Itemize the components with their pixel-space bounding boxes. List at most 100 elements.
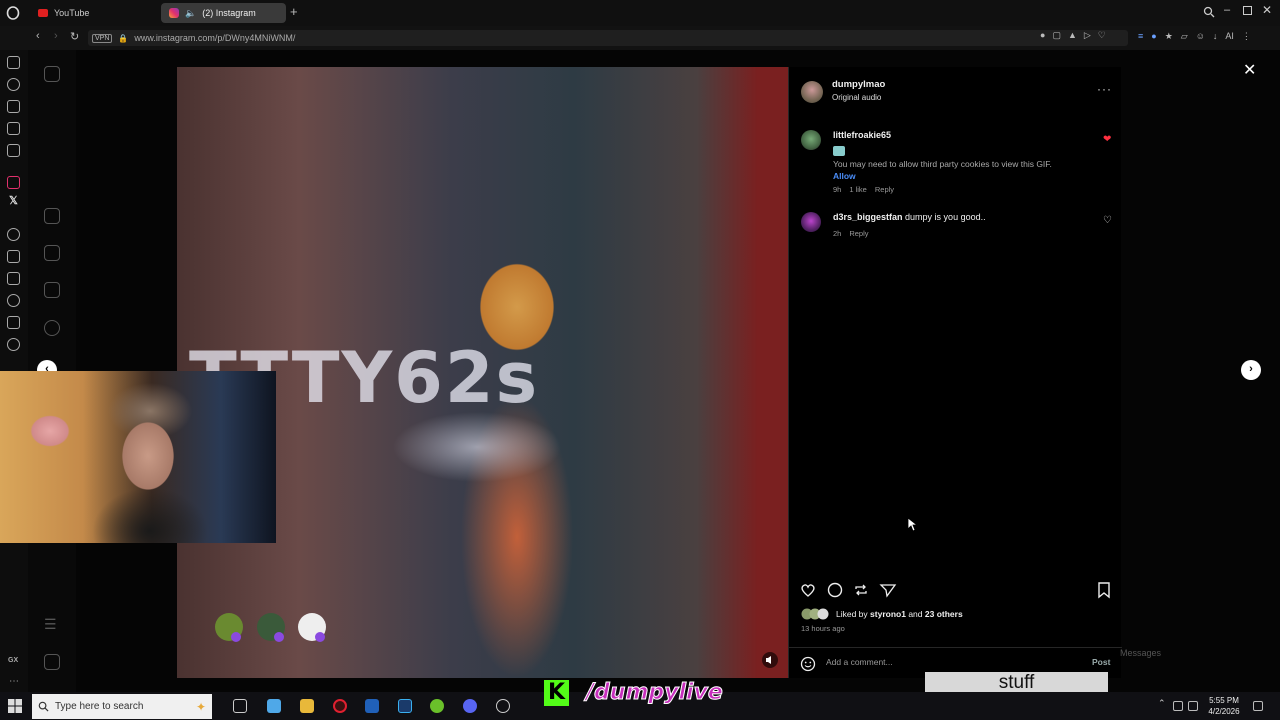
comment-likes[interactable]: 1 like (849, 185, 867, 194)
comment-username[interactable]: d3rs_biggestfan (833, 212, 903, 222)
url-field[interactable]: VPN 🔒 www.instagram.com/p/DWny4MNiWNM/ (88, 30, 1128, 46)
tab-label: YouTube (54, 8, 90, 18)
forward-button[interactable]: › (54, 30, 58, 42)
address-bar-actions: ● ▢ ▲ ▷ ♡ (1040, 30, 1106, 41)
opera-logo-icon[interactable] (6, 6, 20, 20)
reply-button[interactable]: Reply (849, 229, 868, 238)
comment-like-icon[interactable]: ♡ (1103, 215, 1112, 226)
aria-icon[interactable] (7, 78, 20, 91)
comment-icon[interactable] (826, 581, 844, 599)
taskbar-search[interactable]: Type here to search ✦ (32, 694, 212, 719)
ai-button[interactable]: AI (1225, 31, 1234, 42)
more-nav-icon[interactable]: ☰ (44, 616, 57, 633)
tray-expand-icon[interactable]: ⌃ (1158, 698, 1168, 708)
like-heart-icon[interactable] (799, 581, 817, 599)
close-post-button[interactable]: ✕ (1243, 60, 1256, 80)
emoji-icon[interactable] (800, 656, 816, 672)
store-icon[interactable] (267, 699, 281, 713)
gx-icon[interactable]: GX (8, 657, 18, 664)
chat-app-icon[interactable] (430, 699, 444, 713)
vpn-extension-icon[interactable]: ● (1151, 31, 1156, 42)
vegas-icon[interactable] (365, 699, 379, 713)
download-icon[interactable]: ↓ (1213, 31, 1218, 42)
allow-cookies-link[interactable]: Allow (833, 171, 856, 181)
reels-icon[interactable] (44, 245, 60, 261)
x-twitter-icon[interactable]: 𝕏 (9, 194, 18, 207)
settings-icon[interactable] (7, 338, 20, 351)
extensions-sidebar-icon[interactable] (7, 316, 20, 329)
window-close-button[interactable]: ✕ (1262, 3, 1272, 17)
comment-avatar[interactable] (801, 212, 821, 232)
search-nav-icon[interactable] (44, 320, 60, 336)
minimize-button[interactable]: – (1224, 4, 1230, 16)
file-explorer-icon[interactable] (300, 699, 314, 713)
messages-nav-icon[interactable] (44, 282, 60, 298)
wallet-icon[interactable]: ▱ (1181, 31, 1188, 42)
new-tab-button[interactable]: + (290, 4, 298, 19)
comment-input[interactable]: Add a comment... (826, 657, 893, 667)
post-timestamp[interactable]: 13 hours ago (801, 624, 845, 633)
flow-icon[interactable] (7, 250, 20, 263)
windows-start-icon[interactable] (8, 699, 22, 713)
save-bookmark-icon[interactable] (1095, 581, 1113, 599)
notes-icon[interactable] (7, 272, 20, 285)
tasks-icon[interactable] (7, 122, 20, 135)
vpn-badge[interactable]: VPN (92, 33, 113, 43)
restore-button[interactable] (1243, 6, 1252, 15)
comment-username[interactable]: littlefroakie65 (833, 130, 891, 140)
reload-button[interactable]: ↻ (70, 30, 79, 43)
meta-apps-icon[interactable] (44, 654, 60, 670)
liked-by-line: Liked by styrono1 and 23 others (836, 609, 963, 619)
audio-label[interactable]: Original audio (832, 93, 881, 102)
shield-icon[interactable]: ▲ (1068, 30, 1077, 41)
history-icon[interactable] (7, 294, 20, 307)
photoshop-icon[interactable] (398, 699, 412, 713)
extensions-icon[interactable]: ★ (1165, 31, 1173, 42)
volume-icon[interactable] (1173, 701, 1183, 711)
pin-icon[interactable]: ● (1040, 30, 1045, 41)
send-icon[interactable]: ▷ (1084, 30, 1091, 41)
crypto-wallet-icon[interactable] (7, 100, 20, 113)
network-icon[interactable] (1188, 701, 1198, 711)
notifications-icon[interactable] (1253, 701, 1263, 711)
tab-youtube[interactable]: YouTube (30, 3, 158, 23)
post-comment-button[interactable]: Post (1092, 657, 1110, 667)
player-icon[interactable] (7, 228, 20, 241)
reply-button[interactable]: Reply (875, 185, 894, 194)
comment-avatar[interactable] (801, 130, 821, 150)
next-post-button[interactable]: › (1241, 360, 1261, 380)
snapshot-icon[interactable]: ▢ (1052, 30, 1061, 41)
opera-gx-taskbar-icon[interactable] (333, 699, 347, 713)
repost-icon[interactable] (852, 581, 870, 599)
profile-icon[interactable]: ☺ (1196, 31, 1205, 42)
owner-username[interactable]: dumpylmao (832, 79, 885, 90)
liked-by-others[interactable]: 23 others (925, 609, 963, 619)
messenger-icon[interactable] (7, 56, 20, 69)
more-options-button[interactable]: ··· (1097, 82, 1112, 96)
home-icon[interactable] (44, 208, 60, 224)
owner-avatar[interactable] (801, 81, 823, 103)
mute-button[interactable] (762, 652, 778, 668)
instagram-logo-icon[interactable] (44, 66, 60, 82)
instagram-sidebar-icon[interactable] (7, 176, 20, 189)
menu-icon[interactable]: ⋮ (1242, 31, 1251, 42)
share-send-icon[interactable] (879, 581, 897, 599)
more-sidebar-icon[interactable]: ⋯ (9, 676, 19, 687)
audio-extension-icon[interactable]: ≡ (1138, 31, 1143, 42)
taskbar-clock[interactable]: 5:55 PM 4/2/2026 (1206, 695, 1242, 717)
comment-like-filled-icon[interactable]: ❤ (1103, 134, 1111, 145)
obs-icon[interactable] (496, 699, 510, 713)
search-placeholder: Type here to search (55, 701, 144, 712)
speaker-icon[interactable]: 🔈 (185, 8, 196, 19)
back-button[interactable]: ‹ (36, 30, 40, 42)
liked-by-avatars[interactable] (801, 608, 835, 620)
liked-by-user[interactable]: styrono1 (870, 609, 906, 619)
liked-by-and: and (908, 609, 923, 619)
streamer-webcam (0, 371, 276, 543)
tab-instagram[interactable]: 🔈 (2) Instagram (161, 3, 286, 23)
search-icon[interactable] (1203, 6, 1215, 18)
heart-outline-icon[interactable]: ♡ (1098, 30, 1106, 41)
music-icon[interactable] (7, 144, 20, 157)
discord-icon[interactable] (463, 699, 477, 713)
task-view-icon[interactable] (233, 699, 247, 713)
